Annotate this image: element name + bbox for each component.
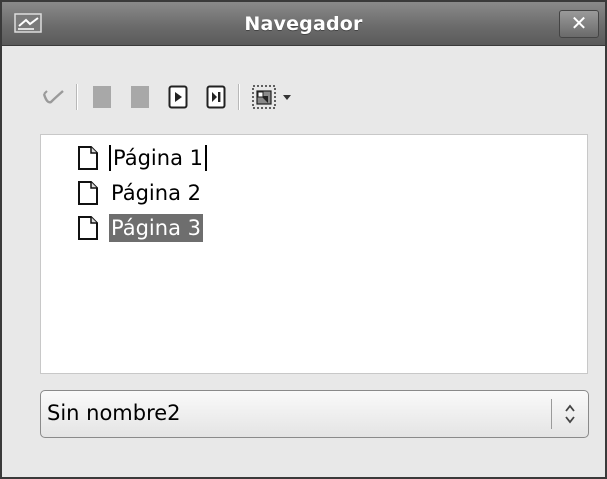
window-title: Navegador bbox=[244, 13, 363, 35]
navigator-tree[interactable]: Página 1 Página 2 Página 3 bbox=[40, 134, 588, 374]
combo-divider bbox=[551, 399, 552, 429]
previous-page-icon[interactable] bbox=[126, 82, 154, 112]
document-select[interactable]: Sin nombre2 bbox=[40, 390, 589, 438]
page-icon bbox=[78, 146, 98, 170]
close-button[interactable]: ✕ bbox=[559, 10, 599, 38]
tree-item-page-3[interactable]: Página 3 bbox=[77, 211, 203, 245]
toolbar-separator bbox=[238, 84, 240, 110]
last-page-icon[interactable] bbox=[202, 82, 230, 112]
navigator-window: Navegador ✕ Página 1 Página 2 Página 3 S… bbox=[0, 0, 607, 479]
drag-mode-icon[interactable] bbox=[250, 82, 278, 112]
text-cursor bbox=[204, 145, 207, 171]
title-bar[interactable]: Navegador ✕ bbox=[2, 2, 605, 46]
page-icon bbox=[78, 216, 98, 240]
tree-item-page-2[interactable]: Página 2 bbox=[77, 176, 203, 210]
document-select-value: Sin nombre2 bbox=[47, 401, 181, 425]
page-icon bbox=[78, 181, 98, 205]
tree-item-label: Página 3 bbox=[109, 214, 203, 242]
first-page-icon[interactable] bbox=[88, 82, 116, 112]
toolbar-separator bbox=[76, 84, 78, 110]
spin-arrows-icon[interactable] bbox=[562, 401, 578, 427]
tree-item-page-1[interactable]: Página 1 bbox=[77, 141, 207, 175]
toggle-icon[interactable] bbox=[40, 82, 68, 112]
toolbar bbox=[40, 80, 400, 116]
tree-item-label: Página 1 bbox=[113, 146, 203, 170]
dropdown-arrow-icon[interactable] bbox=[278, 82, 296, 112]
next-page-icon[interactable] bbox=[164, 82, 192, 112]
tree-item-label: Página 2 bbox=[111, 181, 201, 205]
